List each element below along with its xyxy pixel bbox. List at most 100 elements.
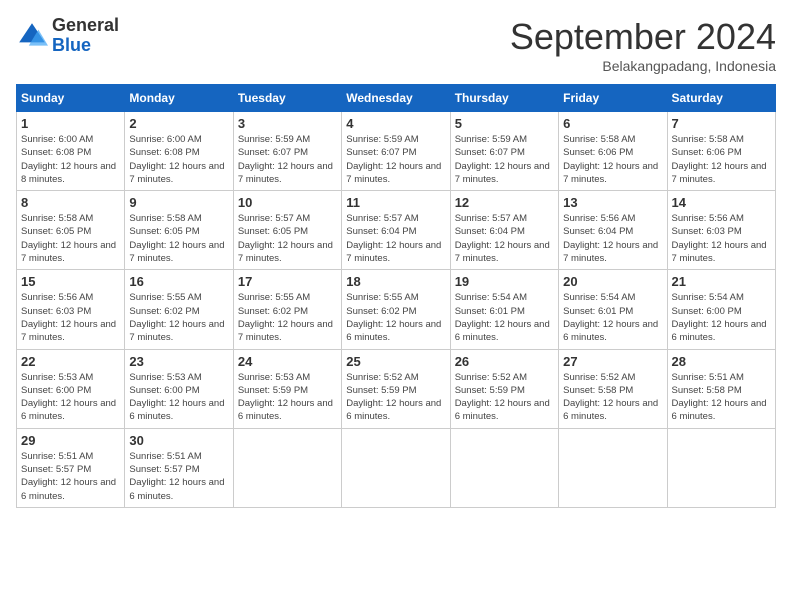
day-number: 7 xyxy=(672,116,771,131)
col-header-friday: Friday xyxy=(559,85,667,112)
calendar-cell: 30 Sunrise: 5:51 AMSunset: 5:57 PMDaylig… xyxy=(125,428,233,507)
calendar-cell: 27 Sunrise: 5:52 AMSunset: 5:58 PMDaylig… xyxy=(559,349,667,428)
logo-text: General Blue xyxy=(52,16,119,56)
calendar-cell: 15 Sunrise: 5:56 AMSunset: 6:03 PMDaylig… xyxy=(17,270,125,349)
col-header-wednesday: Wednesday xyxy=(342,85,450,112)
calendar-cell: 20 Sunrise: 5:54 AMSunset: 6:01 PMDaylig… xyxy=(559,270,667,349)
day-number: 22 xyxy=(21,354,120,369)
day-number: 12 xyxy=(455,195,554,210)
calendar-cell: 8 Sunrise: 5:58 AMSunset: 6:05 PMDayligh… xyxy=(17,191,125,270)
calendar-cell: 2 Sunrise: 6:00 AMSunset: 6:08 PMDayligh… xyxy=(125,112,233,191)
calendar-cell: 6 Sunrise: 5:58 AMSunset: 6:06 PMDayligh… xyxy=(559,112,667,191)
cell-info: Sunrise: 5:58 AMSunset: 6:05 PMDaylight:… xyxy=(21,212,120,265)
day-number: 5 xyxy=(455,116,554,131)
cell-info: Sunrise: 5:51 AMSunset: 5:57 PMDaylight:… xyxy=(21,450,120,503)
calendar-cell: 23 Sunrise: 5:53 AMSunset: 6:00 PMDaylig… xyxy=(125,349,233,428)
calendar-table: SundayMondayTuesdayWednesdayThursdayFrid… xyxy=(16,84,776,508)
day-number: 16 xyxy=(129,274,228,289)
week-row-4: 29 Sunrise: 5:51 AMSunset: 5:57 PMDaylig… xyxy=(17,428,776,507)
calendar-cell: 26 Sunrise: 5:52 AMSunset: 5:59 PMDaylig… xyxy=(450,349,558,428)
header-row: SundayMondayTuesdayWednesdayThursdayFrid… xyxy=(17,85,776,112)
week-row-3: 22 Sunrise: 5:53 AMSunset: 6:00 PMDaylig… xyxy=(17,349,776,428)
calendar-cell: 24 Sunrise: 5:53 AMSunset: 5:59 PMDaylig… xyxy=(233,349,341,428)
logo-general: General xyxy=(52,16,119,36)
calendar-cell: 4 Sunrise: 5:59 AMSunset: 6:07 PMDayligh… xyxy=(342,112,450,191)
cell-info: Sunrise: 5:58 AMSunset: 6:05 PMDaylight:… xyxy=(129,212,228,265)
cell-info: Sunrise: 5:55 AMSunset: 6:02 PMDaylight:… xyxy=(238,291,337,344)
day-number: 26 xyxy=(455,354,554,369)
cell-info: Sunrise: 5:53 AMSunset: 6:00 PMDaylight:… xyxy=(21,371,120,424)
col-header-monday: Monday xyxy=(125,85,233,112)
calendar-cell: 17 Sunrise: 5:55 AMSunset: 6:02 PMDaylig… xyxy=(233,270,341,349)
calendar-body: 1 Sunrise: 6:00 AMSunset: 6:08 PMDayligh… xyxy=(17,112,776,508)
day-number: 13 xyxy=(563,195,662,210)
calendar-header: SundayMondayTuesdayWednesdayThursdayFrid… xyxy=(17,85,776,112)
cell-info: Sunrise: 5:57 AMSunset: 6:04 PMDaylight:… xyxy=(455,212,554,265)
col-header-sunday: Sunday xyxy=(17,85,125,112)
day-number: 3 xyxy=(238,116,337,131)
calendar-cell: 25 Sunrise: 5:52 AMSunset: 5:59 PMDaylig… xyxy=(342,349,450,428)
day-number: 6 xyxy=(563,116,662,131)
month-title: September 2024 xyxy=(510,16,776,58)
calendar-cell: 14 Sunrise: 5:56 AMSunset: 6:03 PMDaylig… xyxy=(667,191,775,270)
day-number: 25 xyxy=(346,354,445,369)
calendar-cell: 5 Sunrise: 5:59 AMSunset: 6:07 PMDayligh… xyxy=(450,112,558,191)
calendar-cell xyxy=(559,428,667,507)
calendar-cell: 13 Sunrise: 5:56 AMSunset: 6:04 PMDaylig… xyxy=(559,191,667,270)
cell-info: Sunrise: 5:56 AMSunset: 6:03 PMDaylight:… xyxy=(672,212,771,265)
cell-info: Sunrise: 5:54 AMSunset: 6:01 PMDaylight:… xyxy=(455,291,554,344)
cell-info: Sunrise: 5:57 AMSunset: 6:05 PMDaylight:… xyxy=(238,212,337,265)
week-row-0: 1 Sunrise: 6:00 AMSunset: 6:08 PMDayligh… xyxy=(17,112,776,191)
page-header: General Blue September 2024 Belakangpada… xyxy=(16,16,776,74)
calendar-cell: 12 Sunrise: 5:57 AMSunset: 6:04 PMDaylig… xyxy=(450,191,558,270)
calendar-cell: 22 Sunrise: 5:53 AMSunset: 6:00 PMDaylig… xyxy=(17,349,125,428)
day-number: 29 xyxy=(21,433,120,448)
day-number: 27 xyxy=(563,354,662,369)
day-number: 8 xyxy=(21,195,120,210)
calendar-cell: 10 Sunrise: 5:57 AMSunset: 6:05 PMDaylig… xyxy=(233,191,341,270)
calendar-cell: 7 Sunrise: 5:58 AMSunset: 6:06 PMDayligh… xyxy=(667,112,775,191)
cell-info: Sunrise: 6:00 AMSunset: 6:08 PMDaylight:… xyxy=(21,133,120,186)
col-header-saturday: Saturday xyxy=(667,85,775,112)
calendar-cell: 1 Sunrise: 6:00 AMSunset: 6:08 PMDayligh… xyxy=(17,112,125,191)
day-number: 23 xyxy=(129,354,228,369)
cell-info: Sunrise: 6:00 AMSunset: 6:08 PMDaylight:… xyxy=(129,133,228,186)
calendar-cell: 3 Sunrise: 5:59 AMSunset: 6:07 PMDayligh… xyxy=(233,112,341,191)
cell-info: Sunrise: 5:58 AMSunset: 6:06 PMDaylight:… xyxy=(563,133,662,186)
cell-info: Sunrise: 5:59 AMSunset: 6:07 PMDaylight:… xyxy=(238,133,337,186)
calendar-cell xyxy=(233,428,341,507)
day-number: 14 xyxy=(672,195,771,210)
logo: General Blue xyxy=(16,16,119,56)
cell-info: Sunrise: 5:58 AMSunset: 6:06 PMDaylight:… xyxy=(672,133,771,186)
cell-info: Sunrise: 5:52 AMSunset: 5:59 PMDaylight:… xyxy=(455,371,554,424)
location: Belakangpadang, Indonesia xyxy=(510,58,776,74)
cell-info: Sunrise: 5:54 AMSunset: 6:01 PMDaylight:… xyxy=(563,291,662,344)
cell-info: Sunrise: 5:54 AMSunset: 6:00 PMDaylight:… xyxy=(672,291,771,344)
day-number: 11 xyxy=(346,195,445,210)
calendar-cell: 18 Sunrise: 5:55 AMSunset: 6:02 PMDaylig… xyxy=(342,270,450,349)
cell-info: Sunrise: 5:53 AMSunset: 6:00 PMDaylight:… xyxy=(129,371,228,424)
day-number: 24 xyxy=(238,354,337,369)
day-number: 17 xyxy=(238,274,337,289)
week-row-2: 15 Sunrise: 5:56 AMSunset: 6:03 PMDaylig… xyxy=(17,270,776,349)
day-number: 20 xyxy=(563,274,662,289)
cell-info: Sunrise: 5:59 AMSunset: 6:07 PMDaylight:… xyxy=(346,133,445,186)
cell-info: Sunrise: 5:53 AMSunset: 5:59 PMDaylight:… xyxy=(238,371,337,424)
cell-info: Sunrise: 5:51 AMSunset: 5:57 PMDaylight:… xyxy=(129,450,228,503)
day-number: 10 xyxy=(238,195,337,210)
col-header-thursday: Thursday xyxy=(450,85,558,112)
logo-icon xyxy=(16,20,48,52)
cell-info: Sunrise: 5:59 AMSunset: 6:07 PMDaylight:… xyxy=(455,133,554,186)
calendar-cell: 11 Sunrise: 5:57 AMSunset: 6:04 PMDaylig… xyxy=(342,191,450,270)
calendar-cell xyxy=(342,428,450,507)
week-row-1: 8 Sunrise: 5:58 AMSunset: 6:05 PMDayligh… xyxy=(17,191,776,270)
day-number: 9 xyxy=(129,195,228,210)
day-number: 19 xyxy=(455,274,554,289)
day-number: 30 xyxy=(129,433,228,448)
cell-info: Sunrise: 5:52 AMSunset: 5:59 PMDaylight:… xyxy=(346,371,445,424)
day-number: 4 xyxy=(346,116,445,131)
col-header-tuesday: Tuesday xyxy=(233,85,341,112)
day-number: 2 xyxy=(129,116,228,131)
day-number: 15 xyxy=(21,274,120,289)
calendar-cell: 29 Sunrise: 5:51 AMSunset: 5:57 PMDaylig… xyxy=(17,428,125,507)
